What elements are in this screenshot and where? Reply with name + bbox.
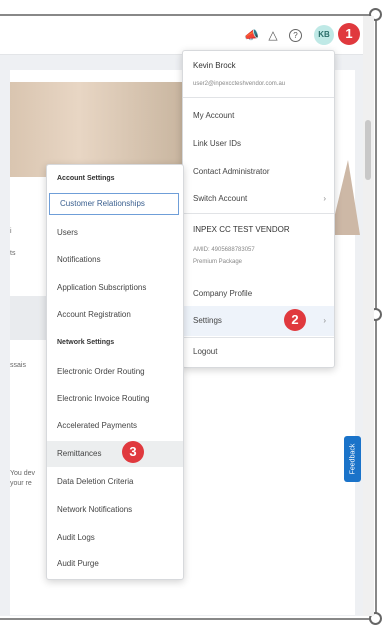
menu-item-label: Settings — [193, 316, 222, 325]
scrollbar-track[interactable] — [363, 16, 374, 616]
menu-item-accelerated-payments[interactable]: Accelerated Payments — [47, 421, 183, 430]
user-email: user2@inpexccteshvendor.com.au — [193, 81, 286, 87]
menu-item-remittances[interactable]: Remittances — [47, 441, 183, 467]
menu-item-label: Switch Account — [193, 194, 248, 203]
banner-image — [10, 82, 182, 177]
menu-item-network-notifications[interactable]: Network Notifications — [47, 505, 183, 514]
org-package: Premium Package — [193, 259, 243, 265]
menu-item-contact-administrator[interactable]: Contact Administrator — [183, 167, 334, 176]
step-badge-1: 1 — [338, 23, 360, 45]
menu-item-logout[interactable]: Logout — [183, 347, 334, 356]
org-abn: AMID: 4905688783057 — [193, 247, 255, 253]
menu-item-audit-logs[interactable]: Audit Logs — [47, 533, 183, 542]
help-icon[interactable]: ? — [289, 29, 302, 42]
menu-divider — [183, 337, 334, 338]
menu-item-my-account[interactable]: My Account — [183, 111, 334, 120]
feedback-label: Feedback — [349, 443, 356, 475]
chevron-right-icon: › — [323, 194, 326, 203]
chevron-right-icon: › — [323, 316, 326, 325]
megaphone-icon[interactable]: 📣 — [244, 28, 259, 42]
selection-frame-bottom — [0, 618, 376, 620]
scrollbar-thumb[interactable] — [365, 120, 371, 180]
menu-item-company-profile[interactable]: Company Profile — [183, 289, 334, 298]
background-text: i — [10, 228, 12, 235]
bell-icon[interactable]: △ — [266, 28, 280, 42]
menu-item-account-registration[interactable]: Account Registration — [47, 310, 183, 319]
account-settings-header: Account Settings — [57, 175, 115, 182]
menu-item-electronic-invoice-routing[interactable]: Electronic Invoice Routing — [47, 394, 183, 403]
menu-item-settings[interactable]: Settings › — [183, 306, 334, 336]
menu-item-notifications[interactable]: Notifications — [47, 255, 183, 264]
avatar[interactable]: KB — [314, 25, 334, 45]
background-text: You dev — [10, 470, 36, 477]
feedback-button[interactable]: Feedback — [344, 436, 361, 482]
step-badge-3: 3 — [122, 441, 144, 463]
menu-item-users[interactable]: Users — [47, 228, 183, 237]
menu-divider — [183, 97, 334, 98]
menu-item-electronic-order-routing[interactable]: Electronic Order Routing — [47, 367, 183, 376]
menu-item-audit-purge[interactable]: Audit Purge — [47, 559, 183, 568]
step-badge-2: 2 — [284, 309, 306, 331]
user-menu: Kevin Brock user2@inpexccteshvendor.com.… — [182, 50, 335, 368]
background-text: ts — [10, 250, 16, 257]
background-text: ssais — [10, 362, 26, 369]
menu-item-switch-account[interactable]: Switch Account › — [183, 194, 334, 203]
menu-item-link-user-ids[interactable]: Link User IDs — [183, 139, 334, 148]
menu-item-application-subscriptions[interactable]: Application Subscriptions — [47, 283, 183, 292]
menu-item-data-deletion-criteria[interactable]: Data Deletion Criteria — [47, 477, 183, 486]
menu-divider — [183, 213, 334, 214]
background-text: your re — [10, 480, 32, 487]
settings-submenu: Account Settings Customer Relationships … — [46, 164, 184, 580]
content-band — [10, 296, 50, 340]
org-name: INPEX CC TEST VENDOR — [193, 225, 290, 234]
user-name: Kevin Brock — [193, 61, 236, 70]
network-settings-header: Network Settings — [57, 339, 115, 346]
menu-item-customer-relationships[interactable]: Customer Relationships — [49, 193, 179, 215]
